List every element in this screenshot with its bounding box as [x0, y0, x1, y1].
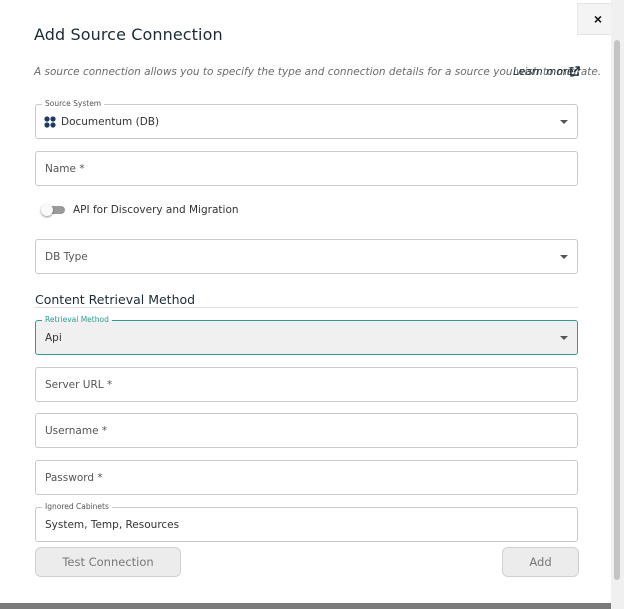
close-icon: ×: [593, 11, 603, 27]
scrollbar-thumb[interactable]: [614, 40, 620, 580]
api-toggle-label: API for Discovery and Migration: [73, 204, 239, 216]
db-type-placeholder: DB Type: [45, 251, 88, 263]
retrieval-method-value: Api: [45, 332, 62, 344]
section-divider: [35, 307, 578, 308]
dialog-title: Add Source Connection: [34, 25, 223, 44]
username-field[interactable]: Username *: [35, 413, 578, 448]
api-toggle[interactable]: [41, 204, 65, 216]
source-system-value: Documentum (DB): [61, 116, 160, 128]
source-system-select[interactable]: Source System Documentum (DB): [35, 99, 578, 139]
name-field[interactable]: Name *: [35, 151, 578, 186]
add-source-connection-dialog: Add Source Connection × A source connect…: [0, 0, 619, 603]
chevron-down-icon: [560, 255, 568, 259]
retrieval-method-select[interactable]: Retrieval Method Api: [35, 315, 578, 355]
ignored-cabinets-legend: Ignored Cabinets: [42, 502, 112, 511]
source-system-legend: Source System: [42, 99, 105, 108]
test-connection-button[interactable]: Test Connection: [35, 547, 181, 577]
learn-more-link[interactable]: Learn more: [513, 66, 573, 78]
password-field[interactable]: Password *: [35, 460, 578, 495]
chevron-down-icon: [560, 336, 568, 340]
toggle-knob: [41, 204, 53, 216]
content-retrieval-title: Content Retrieval Method: [35, 292, 196, 307]
db-type-select[interactable]: DB Type: [35, 239, 578, 274]
ignored-cabinets-field[interactable]: Ignored Cabinets System, Temp, Resources: [35, 502, 578, 542]
scrollbar[interactable]: [611, 0, 624, 609]
server-url-field[interactable]: Server URL *: [35, 367, 578, 402]
add-button[interactable]: Add: [502, 547, 579, 577]
name-placeholder: Name *: [45, 163, 85, 175]
chevron-down-icon: [560, 120, 568, 124]
server-url-placeholder: Server URL *: [45, 379, 113, 391]
documentum-icon: [44, 116, 56, 128]
external-link-icon[interactable]: [569, 66, 580, 77]
ignored-cabinets-value: System, Temp, Resources: [45, 519, 180, 531]
retrieval-method-legend: Retrieval Method: [42, 315, 112, 324]
password-placeholder: Password *: [45, 472, 103, 484]
username-placeholder: Username *: [45, 425, 108, 437]
